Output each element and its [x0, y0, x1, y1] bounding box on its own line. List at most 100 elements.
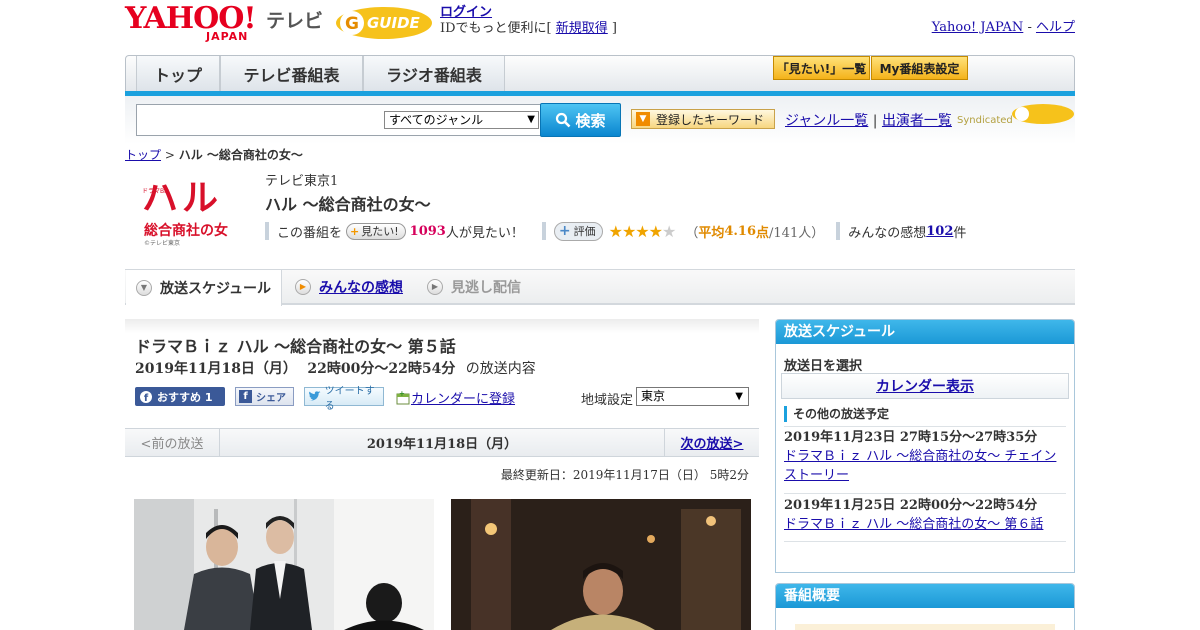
genre-select[interactable]: すべてのジャンル ▼: [384, 111, 539, 129]
chevron-down-icon: ▼: [527, 114, 535, 125]
bar-scene-image: [451, 499, 751, 630]
tab-reviews[interactable]: ▶ みんなの感想: [295, 270, 403, 304]
select-date-label: 放送日を選択: [784, 359, 863, 374]
episode-date: 2019年11月18日（月）: [135, 361, 297, 377]
triangle-down-icon: ▼: [636, 112, 650, 126]
calendar-register[interactable]: + カレンダーに登録: [396, 388, 515, 407]
reviews-count-link[interactable]: 102: [926, 224, 953, 239]
tv-label: テレビ: [266, 10, 324, 32]
want-button-label: 見たい!: [361, 225, 399, 238]
gguide-small-logo-icon: [1012, 104, 1074, 124]
divider: [784, 541, 1066, 542]
play-icon: ▶: [427, 279, 443, 295]
facebook-recommend-button[interactable]: f おすすめ 1: [135, 387, 225, 406]
performer-list-link[interactable]: 出演者一覧: [882, 113, 952, 129]
my-schedule-button[interactable]: My番組表設定: [871, 56, 968, 80]
reviews-post-text: 件: [953, 225, 967, 241]
other-schedule-heading: その他の放送予定: [784, 405, 889, 422]
want-list-button[interactable]: 「見たい!」一覧: [773, 56, 870, 80]
want-post-text: 人が見たい！: [445, 225, 524, 241]
office-scene-image: [134, 499, 434, 630]
help-link[interactable]: ヘルプ: [1036, 20, 1075, 35]
tab-vod-label: 見逃し配信: [451, 280, 521, 296]
breadcrumb: トップ > ハル ～総合商社の女～: [125, 146, 303, 163]
gguide-logo-text: GUIDE: [367, 14, 420, 32]
yahoo-japan-logo[interactable]: YAHOO! JAPAN: [125, 4, 265, 44]
tab-schedule[interactable]: ▼ 放送スケジュール: [126, 270, 282, 306]
episode-photo-1: [134, 499, 434, 630]
star-icon: ★: [635, 221, 649, 241]
rating-label: 平均: [698, 225, 725, 241]
facebook-share-label: シェア: [256, 393, 286, 404]
genre-list-link[interactable]: ジャンル一覧: [785, 113, 868, 129]
tab-reviews-label: みんなの感想: [319, 280, 403, 296]
yahoo-japan-link[interactable]: Yahoo! JAPAN: [932, 20, 1024, 35]
summary-content: [795, 624, 1055, 630]
tweet-button[interactable]: ツイートする: [304, 386, 384, 412]
signup-link[interactable]: 新規取得: [556, 21, 608, 36]
nav-tab-radio-schedule[interactable]: ラジオ番組表: [363, 56, 505, 92]
search-icon: [556, 112, 571, 128]
divider: [784, 426, 1066, 427]
search-button-label: 検索: [575, 111, 606, 130]
schedule-item: 2019年11月25日 22時00分～22時54分 ドラマＢｉｚ ハル ～総合商…: [784, 496, 1066, 534]
syndicated-label: Syndicated: [957, 115, 1013, 126]
nav-tab-top[interactable]: トップ: [136, 56, 220, 92]
star-icon: ★: [648, 221, 663, 241]
schedule-item-link[interactable]: ドラマＢｉｚ ハル ～総合商社の女～ 第６話: [784, 515, 1066, 534]
search-links: ジャンル一覧 | 出演者一覧: [785, 110, 952, 130]
region-select[interactable]: 東京 ▼: [636, 387, 749, 406]
facebook-icon: f: [140, 390, 152, 403]
stat-divider: [836, 222, 841, 240]
twitter-bird-icon: [308, 391, 321, 401]
nav-tab-tv-schedule[interactable]: テレビ番組表: [220, 56, 363, 92]
other-schedule-title: その他の放送予定: [793, 407, 890, 421]
login-desc: IDでもっと便利に[: [440, 21, 556, 36]
region-label: 地域設定: [581, 393, 634, 408]
registered-keyword-button[interactable]: ▼ 登録したキーワード: [631, 109, 775, 129]
next-broadcast-link[interactable]: 次の放送>: [664, 428, 759, 457]
episode-datetime: 2019年11月18日（月） 22時00分～22時54分 の放送内容: [135, 358, 536, 378]
tweet-label: ツイートする: [324, 385, 375, 412]
heading-bar: [784, 405, 787, 422]
header-link-sep: -: [1023, 20, 1036, 35]
want-pre-text: この番組を: [277, 225, 343, 241]
gguide-logo[interactable]: G GUIDE: [335, 6, 433, 40]
header-links: Yahoo! JAPAN - ヘルプ: [932, 16, 1075, 35]
plus-icon: +: [350, 224, 360, 238]
program-logo-small: ドラマBiz: [142, 188, 169, 195]
tab-vod: ▶ 見逃し配信: [427, 270, 521, 304]
schedule-item-link[interactable]: ドラマＢｉｚ ハル ～総合商社の女～ チェインストーリー: [784, 447, 1066, 485]
schedule-item: 2019年11月23日 27時15分～27時35分 ドラマＢｉｚ ハル ～総合商…: [784, 428, 1066, 485]
episode-date-suffix: の放送内容: [465, 361, 536, 377]
region-select-value: 東京: [641, 389, 666, 403]
schedule-item-time: 2019年11月25日 22時00分～22時54分: [784, 498, 1038, 513]
breadcrumb-sep: >: [161, 148, 179, 162]
breadcrumb-top-link[interactable]: トップ: [125, 148, 161, 162]
schedule-item-time: 2019年11月23日 27時15分～27時35分: [784, 430, 1038, 445]
svg-text:f: f: [144, 393, 149, 403]
genre-select-value: すべてのジャンル: [389, 113, 484, 127]
facebook-share-button[interactable]: f シェア: [235, 387, 294, 406]
sidebar-summary: 番組概要: [775, 583, 1075, 630]
star-icon: ★: [608, 221, 623, 241]
login-area: ログイン IDでもっと便利に[ 新規取得 ]: [440, 5, 617, 37]
search-button[interactable]: 検索: [540, 103, 621, 137]
program-tabs: ▼ 放送スケジュール ▶ みんなの感想 ▶ 見逃し配信: [125, 269, 1075, 306]
prev-broadcast: <前の放送: [125, 428, 220, 457]
sidebar-schedule-title: 放送スケジュール: [776, 320, 1074, 344]
calendar-view-button[interactable]: カレンダー表示: [781, 373, 1069, 399]
last-updated: 最終更新日：2019年11月17日（日） 5時2分: [500, 468, 749, 482]
program-title: ハル ～総合商社の女～: [265, 195, 431, 214]
rating-open: （: [685, 225, 699, 241]
facebook-icon: f: [239, 390, 252, 403]
want-button[interactable]: + 見たい!: [346, 222, 406, 240]
tab-schedule-label: 放送スケジュール: [160, 281, 272, 297]
rate-button[interactable]: + 評価: [553, 221, 603, 241]
login-link[interactable]: ログイン: [440, 5, 492, 20]
episode-time: 22時00分～22時54分: [307, 361, 456, 377]
rate-button-label: 評価: [573, 225, 596, 238]
star-empty-icon: ★: [661, 221, 676, 241]
star-icon: ★: [621, 221, 636, 241]
plus-icon: +: [558, 223, 571, 239]
